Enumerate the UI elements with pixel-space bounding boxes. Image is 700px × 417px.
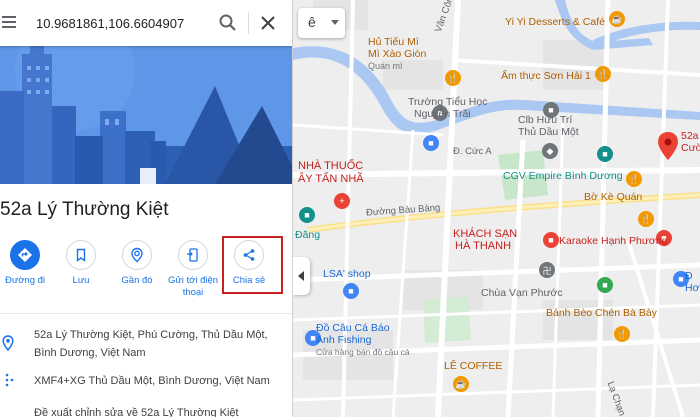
chevron-down-icon — [331, 20, 339, 25]
map-label-hutieu-1: Hủ Tiếu Mì — [368, 36, 419, 48]
hotel-pin-icon[interactable]: ■ — [543, 232, 559, 248]
search-icon[interactable] — [218, 13, 238, 33]
directions-button[interactable]: Đường đi — [0, 240, 53, 287]
map-label-clb: Clb Hưu Trí Thủ Dầu Một — [518, 114, 579, 138]
map-label-docau-2: Anh Fishing — [316, 334, 372, 346]
map-label-docau-3: Cửa hàng bán đồ câu cá — [316, 347, 410, 357]
map-label-cgv: CGV Empire Bình Dương — [503, 170, 623, 182]
restaurant-pin-icon[interactable]: 🍴 — [445, 70, 461, 86]
map-label-selected-1: 52a — [681, 130, 699, 142]
send-to-phone-label-1: Gửi tới điện — [167, 275, 219, 286]
map-label-banhbeo: Bánh Bèo Chén Bà Bảy — [546, 307, 657, 319]
menu-icon[interactable] — [2, 13, 20, 31]
map-label-amthuc: Ẩm thực Sơn Hải 1 — [501, 70, 591, 82]
shop-pin-icon[interactable]: ■ — [423, 135, 439, 151]
search-bar — [0, 0, 292, 46]
map-language-button[interactable]: ê — [298, 8, 345, 38]
send-to-phone-button[interactable]: Gửi tới điện thoại — [165, 240, 221, 299]
plus-code-text[interactable]: XMF4+XG Thủ Dầu Một, Bình Dương, Việt Na… — [34, 372, 270, 390]
map-label-khachsan-2: HÀ THANH — [455, 240, 512, 252]
map-label-hutieu: Hủ Tiếu Mì Mì Xào Giòn Quán mì — [368, 36, 426, 72]
map-label-lecoffee: LÊ COFFEE — [444, 360, 503, 372]
nearby-button[interactable]: Gần đó — [109, 240, 165, 287]
pharmacy-pin-icon[interactable]: + — [334, 193, 350, 209]
map-label-truong: Trường Tiểu Học Nguyễn Trãi — [408, 96, 487, 120]
landmark-pin-icon[interactable]: ◆ — [542, 143, 558, 159]
temple-pin-icon[interactable]: 卍 — [539, 262, 555, 278]
location-pin-icon — [2, 335, 14, 351]
park-pin-icon[interactable]: ■ — [597, 277, 613, 293]
map-canvas[interactable]: ê ☕ 🍴 🍴 ■ ■ ■ ◆ ■ 🍴 + ■ 🍴 ■ ■ 卍 ■ ■ ■ ■ … — [293, 0, 700, 417]
bookmark-icon — [66, 240, 96, 270]
map-label-khachsan: KHÁCH SẠN HÀ THANH — [453, 228, 517, 252]
save-label: Lưu — [72, 275, 90, 286]
place-title: 52a Lý Thường Kiệt — [0, 199, 169, 220]
shop-pin-icon[interactable]: ■ — [343, 283, 359, 299]
map-label-chua: Chùa Vạn Phước — [481, 287, 563, 299]
map-label-yiyi: Yi Yi Desserts & Café — [505, 16, 605, 28]
map-label-hutieu-3: Quán mì — [368, 61, 403, 71]
map-label-hoiba: ĐHơi Ba — [685, 270, 700, 294]
lang-label: ê — [308, 14, 316, 30]
suggest-edit-link[interactable]: Đề xuất chỉnh sửa về 52a Lý Thường Kiệt — [34, 404, 239, 417]
map-label-clb-1: Clb Hưu Trí — [518, 114, 573, 126]
address-line-1: 52a Lý Thường Kiệt, Phú Cường, Thủ Dầu M… — [34, 329, 268, 341]
map-label-selected-2: Cườ — [681, 142, 700, 154]
phone-icon — [178, 240, 208, 270]
restaurant-pin-icon[interactable]: 🍴 — [626, 171, 642, 187]
map-label-docau-1: Đồ Câu Cá Báo — [316, 322, 390, 334]
chevron-left-icon — [298, 271, 304, 281]
plus-code-icon — [5, 373, 14, 387]
close-icon[interactable] — [258, 13, 278, 33]
map-label-hoiba-2: Hơi Ba — [685, 282, 700, 294]
search-input[interactable] — [36, 10, 206, 36]
map-label-truong-2: Nguyễn Trãi — [414, 108, 471, 120]
place-pin-icon[interactable]: ■ — [299, 207, 315, 223]
map-label-nhathuoc-2: ÂY TẤN NHÃ — [298, 173, 364, 185]
place-header-illustration — [0, 46, 292, 184]
address-text[interactable]: 52a Lý Thường Kiệt, Phú Cường, Thủ Dầu M… — [34, 326, 268, 362]
nearby-icon — [122, 240, 152, 270]
map-label-boke: Bờ Kè Quán — [584, 191, 643, 203]
map-label-nhathuoc-1: NHÀ THUỐC — [298, 160, 364, 172]
save-button[interactable]: Lưu — [53, 240, 109, 287]
map-label-karaoke: Karaoke Hạnh Phương — [559, 235, 668, 247]
address-line-2: Bình Dương, Việt Nam — [34, 347, 146, 359]
map-label-lsa: LSA' shop — [323, 268, 371, 280]
place-panel: 52a Lý Thường Kiệt Đường đi Lưu Gần đó G… — [0, 0, 293, 417]
map-label-clb-2: Thủ Dầu Một — [518, 126, 579, 138]
map-label-truong-1: Trường Tiểu Học — [408, 96, 488, 108]
collapse-panel-button[interactable] — [293, 257, 310, 295]
map-label-khachsan-1: KHÁCH SẠN — [453, 228, 518, 240]
map-label-hutieu-2: Mì Xào Giòn — [368, 48, 427, 60]
cafe-pin-icon[interactable]: ☕ — [453, 376, 469, 392]
map-label-nhathuoc: NHÀ THUỐC ÂY TẤN NHÃ — [298, 160, 364, 186]
map-road-label-cuca: Đ. Cức A — [453, 146, 492, 157]
nearby-label: Gần đó — [121, 275, 153, 286]
cinema-pin-icon[interactable]: ■ — [597, 146, 613, 162]
search-divider — [248, 12, 249, 34]
map-label-selected-place: 52a Cườ — [681, 130, 700, 154]
map-label-hoiba-1: Đ — [685, 270, 693, 282]
restaurant-pin-icon[interactable]: 🍴 — [614, 326, 630, 342]
send-to-phone-label-2: thoại — [182, 287, 204, 298]
restaurant-pin-icon[interactable]: 🍴 — [595, 66, 611, 82]
directions-label: Đường đi — [4, 275, 46, 286]
divider — [0, 313, 292, 314]
city-illustration — [0, 46, 292, 184]
cafe-pin-icon[interactable]: ☕ — [609, 11, 625, 27]
restaurant-pin-icon[interactable]: 🍴 — [638, 211, 654, 227]
directions-icon — [10, 240, 40, 270]
map-label-docau: Đồ Câu Cá Báo Anh Fishing Cửa hàng bán đồ … — [316, 322, 410, 358]
share-highlight-box — [222, 236, 283, 294]
map-label-dang: Đăng — [295, 229, 321, 241]
